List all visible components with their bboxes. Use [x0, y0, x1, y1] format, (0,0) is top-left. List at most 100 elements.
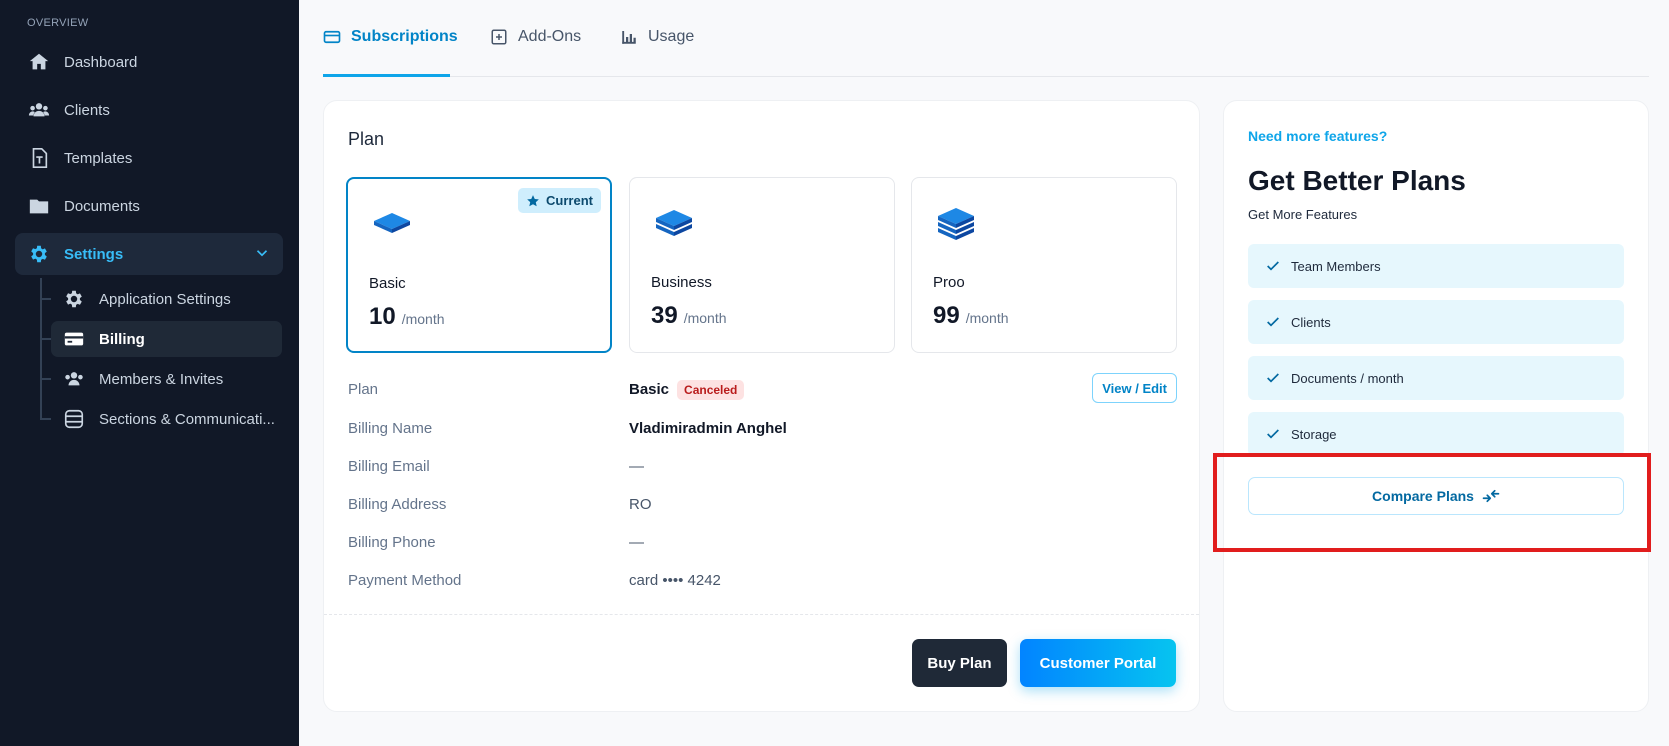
plan-value: Basic Canceled — [629, 380, 745, 400]
chevron-down-icon — [253, 244, 271, 266]
price-amount: 99 — [933, 302, 960, 329]
sidebar-item-label: Billing — [99, 330, 145, 348]
sidebar-item-documents[interactable]: Documents — [15, 185, 283, 227]
price-period: /month — [965, 310, 1009, 326]
buy-plan-button[interactable]: Buy Plan — [912, 639, 1007, 687]
payment-method-value: card •••• 4242 — [629, 572, 721, 589]
feature-item: Clients — [1248, 300, 1624, 344]
credit-card-icon — [63, 328, 85, 350]
tree-branch — [40, 378, 51, 380]
tab-label: Usage — [648, 28, 695, 45]
sidebar-item-label: Clients — [64, 101, 110, 119]
tab-subscriptions[interactable]: Subscriptions — [323, 28, 458, 77]
sidebar-item-label: Members & Invites — [99, 370, 224, 388]
plan-section-title: Plan — [348, 129, 385, 149]
plan-option-business[interactable]: Business 39 /month — [629, 177, 895, 353]
check-icon — [1265, 426, 1281, 442]
layer-stack-icon — [936, 206, 976, 249]
plus-square-icon — [490, 28, 508, 46]
tree-branch — [40, 298, 51, 300]
sidebar-item-billing[interactable]: Billing — [51, 321, 282, 357]
folder-icon — [28, 195, 50, 217]
layer-stack-icon — [372, 207, 412, 242]
check-icon — [1265, 258, 1281, 274]
plan-name: Basic — [369, 275, 406, 292]
price-period: /month — [683, 310, 727, 326]
tab-label: Add-Ons — [518, 28, 582, 45]
database-icon — [63, 408, 85, 430]
feature-item: Team Members — [1248, 244, 1624, 288]
need-more-features-link[interactable]: Need more features? — [1248, 128, 1387, 144]
upsell-subtitle: Get More Features — [1248, 207, 1358, 222]
plan-price: 10 /month — [369, 303, 445, 331]
price-amount: 39 — [651, 302, 678, 329]
billing-phone-label: Billing Phone — [348, 534, 436, 551]
credit-card-icon — [323, 28, 341, 46]
sidebar: OVERVIEW Dashboard Clients Templates Doc… — [0, 0, 299, 746]
plan-card: Plan Current Basic 10 /month Business 39… — [323, 100, 1200, 712]
check-icon — [1265, 314, 1281, 330]
sidebar-item-label: Templates — [64, 149, 133, 167]
sidebar-item-sections-communications[interactable]: Sections & Communicati... — [51, 401, 282, 437]
feature-label: Team Members — [1291, 258, 1381, 274]
billing-phone-value: — — [629, 534, 644, 551]
tab-bar: Subscriptions Add-Ons Usage — [323, 0, 1649, 77]
upsell-card: Need more features? Get Better Plans Get… — [1223, 100, 1649, 712]
view-edit-button[interactable]: View / Edit — [1092, 373, 1177, 403]
sidebar-item-clients[interactable]: Clients — [15, 89, 283, 131]
users-icon — [28, 99, 50, 121]
tree-branch — [40, 418, 51, 420]
billing-address-value: RO — [629, 496, 652, 513]
feature-item: Documents / month — [1248, 356, 1624, 400]
status-badge: Canceled — [677, 380, 745, 400]
bar-chart-icon — [620, 28, 638, 46]
sidebar-item-application-settings[interactable]: Application Settings — [51, 281, 282, 317]
plan-value-text: Basic — [629, 381, 670, 398]
section-label: OVERVIEW — [27, 17, 89, 29]
plan-option-basic[interactable]: Current Basic 10 /month — [346, 177, 612, 353]
feature-label: Clients — [1291, 314, 1331, 330]
sidebar-item-settings[interactable]: Settings — [15, 233, 283, 275]
check-icon — [1265, 370, 1281, 386]
customer-portal-button[interactable]: Customer Portal — [1020, 639, 1176, 687]
sidebar-item-label: Application Settings — [99, 290, 231, 308]
users-icon — [63, 368, 85, 390]
tree-branch — [40, 338, 51, 340]
sidebar-item-label: Documents — [64, 197, 140, 215]
home-icon — [28, 51, 50, 73]
feature-label: Storage — [1291, 426, 1337, 442]
layer-stack-icon — [654, 206, 694, 245]
price-period: /month — [401, 311, 445, 327]
highlight-box — [1213, 453, 1651, 552]
price-amount: 10 — [369, 303, 396, 330]
divider — [324, 614, 1199, 615]
gear-icon — [28, 243, 50, 265]
sidebar-item-members-invites[interactable]: Members & Invites — [51, 361, 282, 397]
badge-label: Current — [546, 193, 593, 208]
star-icon — [526, 194, 540, 208]
plan-option-proo[interactable]: Proo 99 /month — [911, 177, 1177, 353]
sidebar-item-templates[interactable]: Templates — [15, 137, 283, 179]
tab-usage[interactable]: Usage — [620, 28, 694, 77]
sidebar-item-label: Settings — [64, 245, 124, 263]
tab-add-ons[interactable]: Add-Ons — [490, 28, 581, 77]
plan-name: Proo — [933, 274, 965, 291]
sidebar-item-label: Dashboard — [64, 53, 138, 71]
billing-email-label: Billing Email — [348, 458, 430, 475]
sidebar-item-label: Sections & Communicati... — [99, 410, 275, 428]
billing-name-value: Vladimiradmin Anghel — [629, 420, 787, 437]
feature-item: Storage — [1248, 412, 1624, 456]
tab-label: Subscriptions — [351, 28, 458, 45]
plan-price: 99 /month — [933, 302, 1009, 330]
current-plan-badge: Current — [518, 188, 601, 213]
gear-icon — [63, 288, 85, 310]
plan-name: Business — [651, 274, 712, 291]
billing-address-label: Billing Address — [348, 496, 447, 513]
payment-method-label: Payment Method — [348, 572, 462, 589]
template-icon — [28, 147, 50, 169]
sidebar-item-dashboard[interactable]: Dashboard — [15, 41, 283, 83]
upsell-title: Get Better Plans — [1248, 165, 1466, 196]
plan-label: Plan — [348, 381, 379, 398]
billing-name-label: Billing Name — [348, 420, 433, 437]
plan-price: 39 /month — [651, 302, 727, 330]
